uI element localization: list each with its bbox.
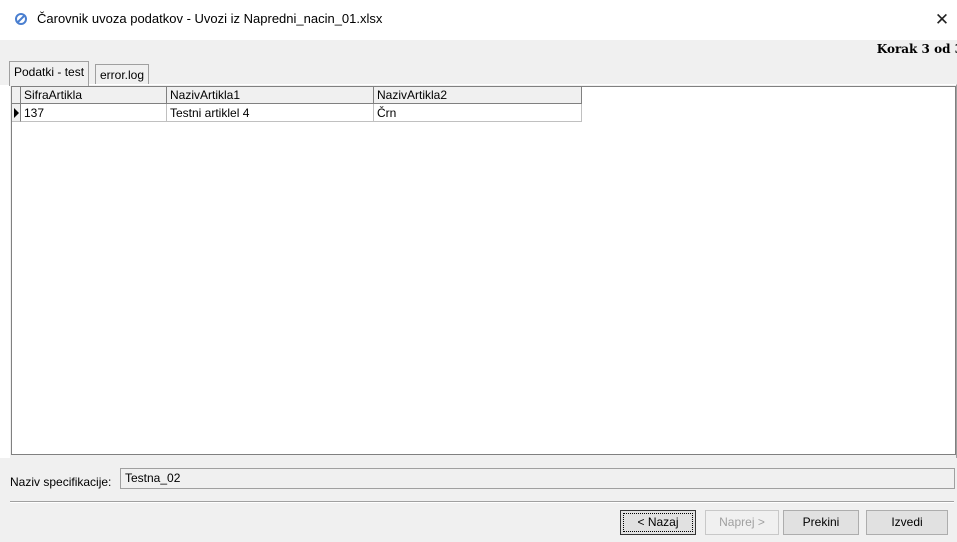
spec-name-field[interactable]: Testna_02 — [120, 468, 955, 489]
tab-podatki-test[interactable]: Podatki - test — [9, 61, 90, 86]
separator — [10, 501, 954, 503]
step-indicator: Korak 3 od 3 — [876, 42, 957, 56]
spec-name-label: Naziv specifikacije: — [10, 475, 112, 489]
data-grid[interactable]: SifraArtikla NazivArtikla1 NazivArtikla2… — [11, 86, 956, 455]
grid-cell[interactable]: Črn — [374, 104, 582, 122]
app-wizard-icon — [13, 11, 29, 27]
tab-error-log[interactable]: error.log — [95, 64, 150, 85]
window-title: Čarovnik uvoza podatkov - Uvozi iz Napre… — [37, 11, 383, 26]
tab-strip: Podatki - test error.log — [0, 58, 957, 86]
column-header-nazivartikla1[interactable]: NazivArtikla1 — [167, 87, 374, 104]
column-header-nazivartikla2[interactable]: NazivArtikla2 — [374, 87, 582, 104]
back-button[interactable]: < Nazaj — [620, 510, 696, 535]
title-bar: Čarovnik uvoza podatkov - Uvozi iz Napre… — [0, 0, 957, 40]
step-bar: Korak 3 od 3 — [0, 40, 957, 58]
execute-button[interactable]: Izvedi — [866, 510, 948, 535]
next-button[interactable]: Naprej > — [705, 510, 779, 535]
column-header-sifraartikla[interactable]: SifraArtikla — [21, 87, 167, 104]
current-row-indicator-icon — [12, 104, 21, 122]
close-icon[interactable]: ✕ — [928, 6, 956, 34]
cancel-button[interactable]: Prekini — [783, 510, 859, 535]
grid-cell[interactable]: Testni artiklel 4 — [167, 104, 374, 122]
grid-corner — [12, 87, 21, 104]
grid-cell[interactable]: 137 — [21, 104, 167, 122]
